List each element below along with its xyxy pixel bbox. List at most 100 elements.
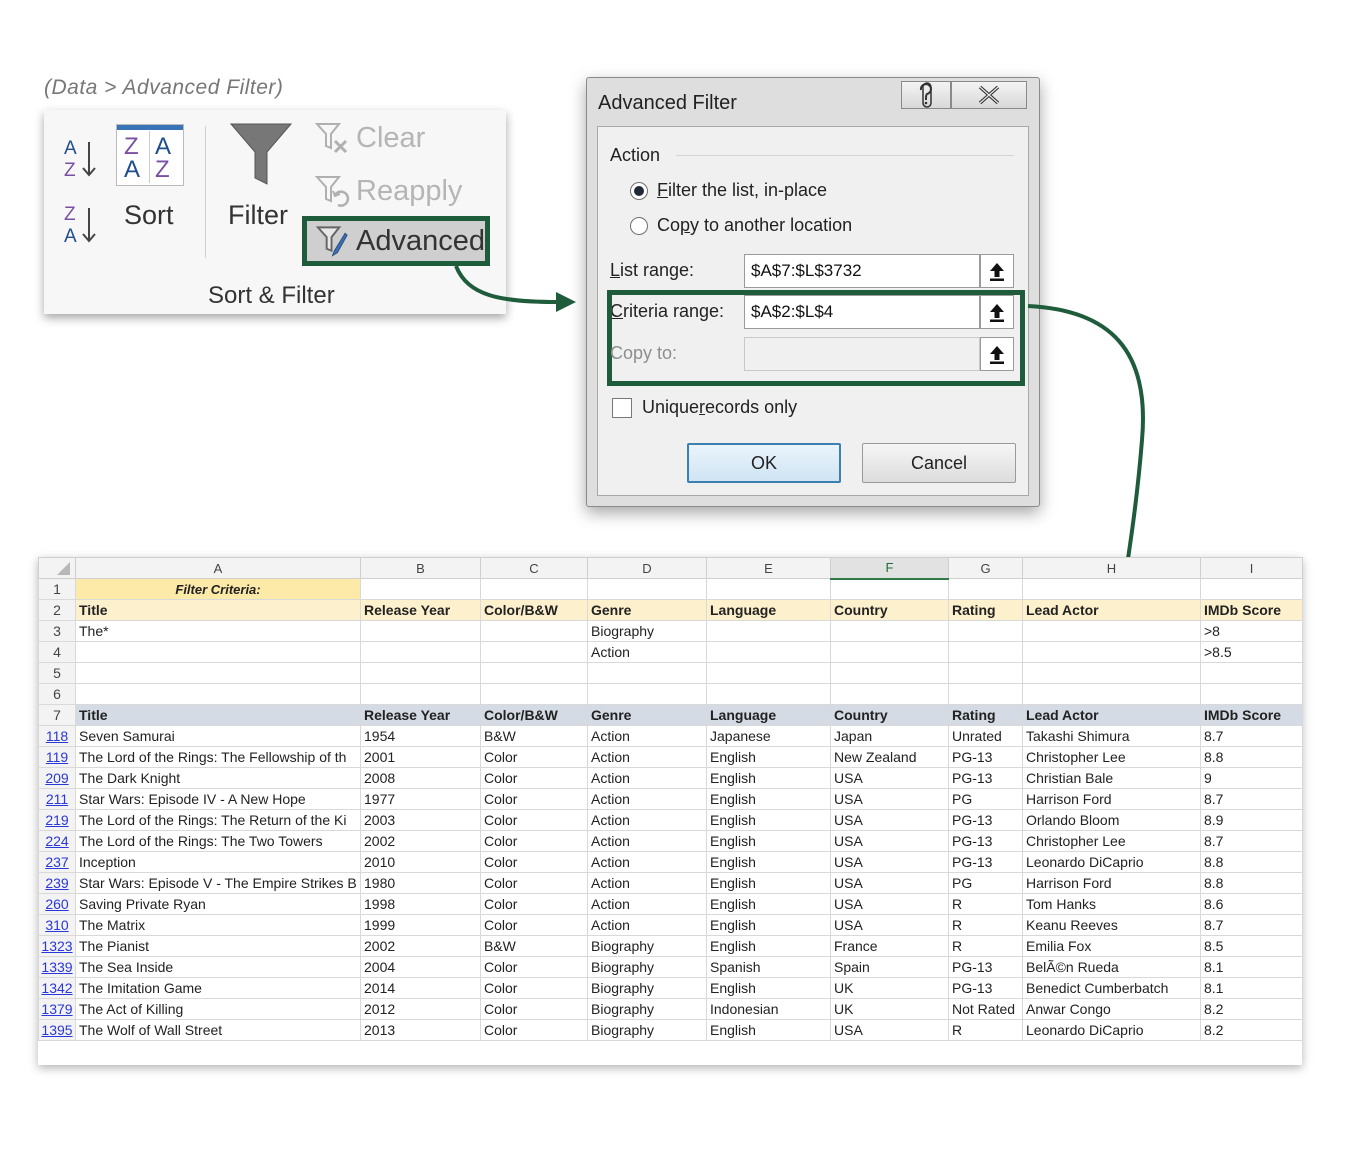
cell[interactable]: 8.8 [1200, 851, 1303, 873]
cell[interactable]: 1999 [360, 914, 481, 936]
cell[interactable]: English [706, 872, 831, 894]
row-number[interactable]: 119 [38, 746, 76, 768]
column-header[interactable]: H [1022, 557, 1201, 579]
cell[interactable]: USA [830, 788, 949, 810]
cell[interactable]: Anwar Congo [1022, 998, 1201, 1020]
cell[interactable]: Biography [587, 977, 707, 999]
cell[interactable]: USA [830, 914, 949, 936]
cell[interactable]: Harrison Ford [1022, 872, 1201, 894]
cell[interactable]: English [706, 851, 831, 873]
cell[interactable]: PG-13 [948, 767, 1023, 789]
cell[interactable] [1200, 578, 1303, 600]
cell[interactable]: Orlando Bloom [1022, 809, 1201, 831]
cell[interactable]: English [706, 977, 831, 999]
unique-records-checkbox[interactable]: Unique r ecords only [612, 397, 797, 418]
cell[interactable] [480, 641, 588, 663]
cell[interactable]: 8.5 [1200, 935, 1303, 957]
cell[interactable]: 2008 [360, 767, 481, 789]
row-number[interactable]: 219 [38, 809, 76, 831]
cell[interactable]: 8.8 [1200, 746, 1303, 768]
cell[interactable] [948, 662, 1023, 684]
cell[interactable]: PG-13 [948, 956, 1023, 978]
cell[interactable]: Inception [75, 851, 361, 873]
cell[interactable]: Leonardo DiCaprio [1022, 1019, 1201, 1041]
cell[interactable]: English [706, 914, 831, 936]
cell[interactable]: B&W [480, 725, 588, 747]
cell[interactable]: The Act of Killing [75, 998, 361, 1020]
cell[interactable]: Release Year [360, 599, 481, 621]
cell[interactable] [706, 578, 831, 600]
cell[interactable]: Unrated [948, 725, 1023, 747]
cell[interactable]: UK [830, 977, 949, 999]
cell[interactable]: Action [587, 872, 707, 894]
row-number[interactable]: 237 [38, 851, 76, 873]
ok-button[interactable]: OK [687, 443, 841, 483]
cell[interactable]: Country [830, 599, 949, 621]
cell[interactable] [1200, 662, 1303, 684]
cell[interactable]: Benedict Cumberbatch [1022, 977, 1201, 999]
cell[interactable]: Saving Private Ryan [75, 893, 361, 915]
cell[interactable]: Color [480, 851, 588, 873]
cell[interactable]: The Pianist [75, 935, 361, 957]
cell[interactable] [948, 620, 1023, 642]
cell[interactable]: Christopher Lee [1022, 746, 1201, 768]
cell[interactable]: Action [587, 914, 707, 936]
cell[interactable]: The Dark Knight [75, 767, 361, 789]
cell[interactable] [1022, 641, 1201, 663]
cell[interactable]: 2012 [360, 998, 481, 1020]
cell[interactable]: The Sea Inside [75, 956, 361, 978]
cell[interactable] [360, 683, 481, 705]
cell[interactable]: 8.1 [1200, 956, 1303, 978]
cell[interactable]: R [948, 893, 1023, 915]
cell[interactable] [706, 620, 831, 642]
cell[interactable]: Biography [587, 1019, 707, 1041]
cell[interactable]: Color [480, 998, 588, 1020]
cell[interactable] [1022, 683, 1201, 705]
row-number[interactable]: 224 [38, 830, 76, 852]
cell[interactable]: 2010 [360, 851, 481, 873]
cell[interactable]: Star Wars: Episode V - The Empire Strike… [75, 872, 361, 894]
cell[interactable] [75, 683, 361, 705]
cell[interactable]: PG-13 [948, 809, 1023, 831]
list-range-input[interactable] [744, 254, 980, 288]
cell[interactable]: Indonesian [706, 998, 831, 1020]
cell[interactable] [587, 683, 707, 705]
cell[interactable]: Emilia Fox [1022, 935, 1201, 957]
cell[interactable]: Lead Actor [1022, 704, 1201, 726]
cell[interactable]: Spain [830, 956, 949, 978]
cell[interactable]: Action [587, 788, 707, 810]
cell[interactable] [587, 578, 707, 600]
cell[interactable]: IMDb Score [1200, 704, 1303, 726]
cell[interactable] [360, 578, 481, 600]
row-number[interactable]: 1339 [38, 956, 76, 978]
cell[interactable]: Action [587, 725, 707, 747]
cell[interactable]: Biography [587, 956, 707, 978]
column-header[interactable]: I [1200, 557, 1303, 579]
cell[interactable]: PG [948, 872, 1023, 894]
cell[interactable] [1022, 662, 1201, 684]
cell[interactable] [830, 641, 949, 663]
cell[interactable]: PG [948, 788, 1023, 810]
cell[interactable] [706, 662, 831, 684]
cell[interactable]: Biography [587, 620, 707, 642]
cell[interactable]: English [706, 1019, 831, 1041]
cell[interactable]: 8.8 [1200, 872, 1303, 894]
cell[interactable]: Action [587, 746, 707, 768]
cell[interactable]: Action [587, 851, 707, 873]
cell[interactable]: Biography [587, 935, 707, 957]
cell[interactable]: 2013 [360, 1019, 481, 1041]
cell[interactable]: R [948, 914, 1023, 936]
column-header[interactable]: B [360, 557, 481, 579]
cell[interactable]: New Zealand [830, 746, 949, 768]
cell[interactable]: USA [830, 1019, 949, 1041]
cell[interactable]: Action [587, 641, 707, 663]
cell[interactable]: Color [480, 914, 588, 936]
advanced-button[interactable]: Advanced [302, 216, 490, 266]
row-number[interactable]: 239 [38, 872, 76, 894]
cell[interactable]: R [948, 935, 1023, 957]
cell[interactable]: Color [480, 893, 588, 915]
cell[interactable]: Tom Hanks [1022, 893, 1201, 915]
cell[interactable]: Color/B&W [480, 599, 588, 621]
row-number[interactable]: 118 [38, 725, 76, 747]
cell[interactable]: Color [480, 746, 588, 768]
